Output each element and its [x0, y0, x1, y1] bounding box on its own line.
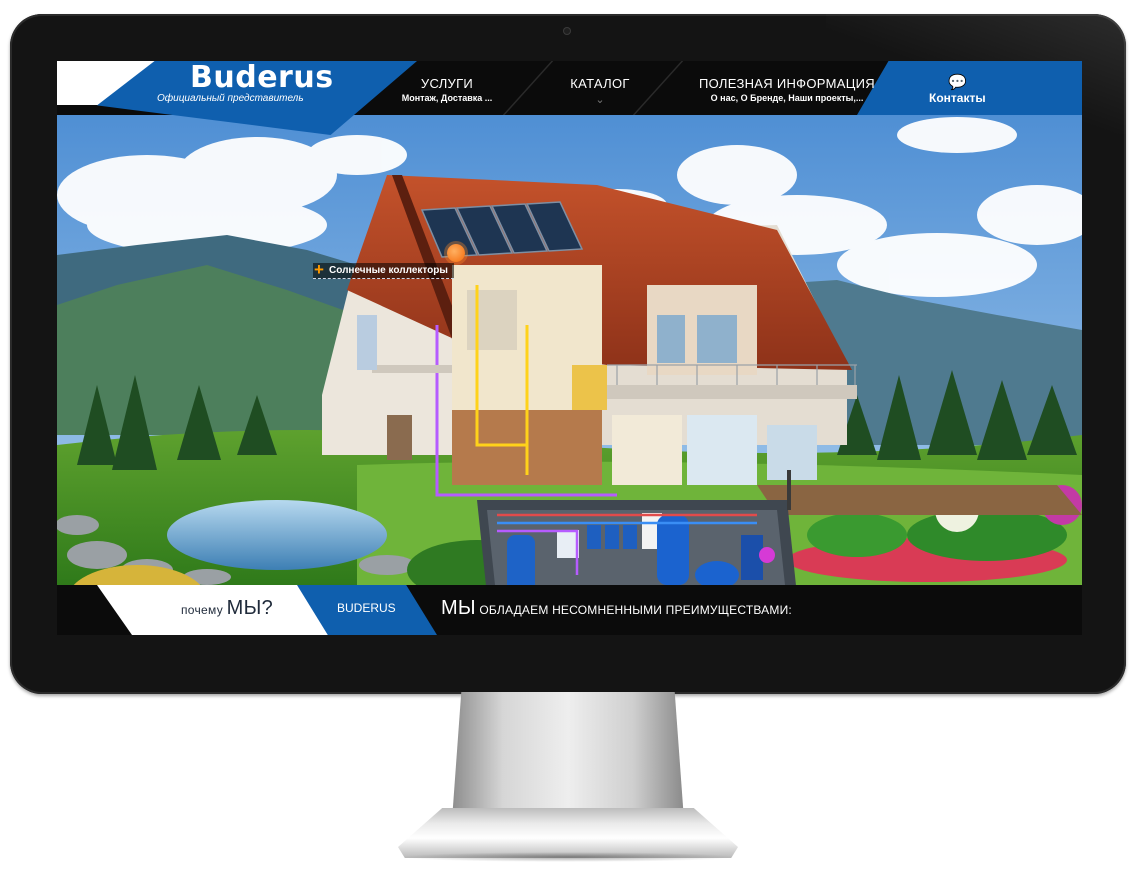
solar-hotspot-dot[interactable] — [447, 244, 465, 262]
monitor-stand — [452, 692, 684, 820]
camera-dot — [563, 27, 571, 35]
solar-collectors-hotspot[interactable]: + Солнечные коллекторы — [313, 260, 454, 279]
website-screen: + Солнечные коллекторы Buderus Официальн… — [57, 61, 1082, 635]
site-header: Buderus Официальный представитель УСЛУГИ… — [57, 61, 1082, 135]
buderus-tab[interactable]: BUDERUS — [337, 601, 396, 615]
chevron-down-icon: ⌄ — [595, 94, 605, 106]
hotspot-label: Солнечные коллекторы — [329, 265, 448, 276]
brand-logo[interactable]: Buderus — [190, 61, 334, 95]
nav-catalog[interactable]: КАТАЛОГ ⌄ — [542, 76, 658, 106]
contacts-link[interactable]: 💬 Контакты — [929, 74, 986, 105]
chat-bubbles-icon: 💬 — [947, 74, 967, 91]
brand-subtitle: Официальный представитель — [157, 93, 304, 104]
plus-icon: + — [314, 260, 324, 279]
why-us-bar: почему МЫ? BUDERUS МЫ ОБЛАДАЕМ НЕСОМНЕНН… — [57, 585, 1082, 635]
house-heating-illustration — [57, 115, 1082, 585]
nav-services[interactable]: УСЛУГИ Монтаж, Доставка ... — [367, 76, 527, 103]
why-us-tab[interactable]: почему МЫ? — [181, 597, 273, 620]
nav-useful-info[interactable]: ПОЛЕЗНАЯ ИНФОРМАЦИЯ О нас, О Бренде, Наш… — [687, 76, 887, 103]
advantages-heading: МЫ ОБЛАДАЕМ НЕСОМНЕННЫМИ ПРЕИМУЩЕСТВАМИ: — [441, 597, 792, 619]
monitor-base — [398, 808, 738, 858]
